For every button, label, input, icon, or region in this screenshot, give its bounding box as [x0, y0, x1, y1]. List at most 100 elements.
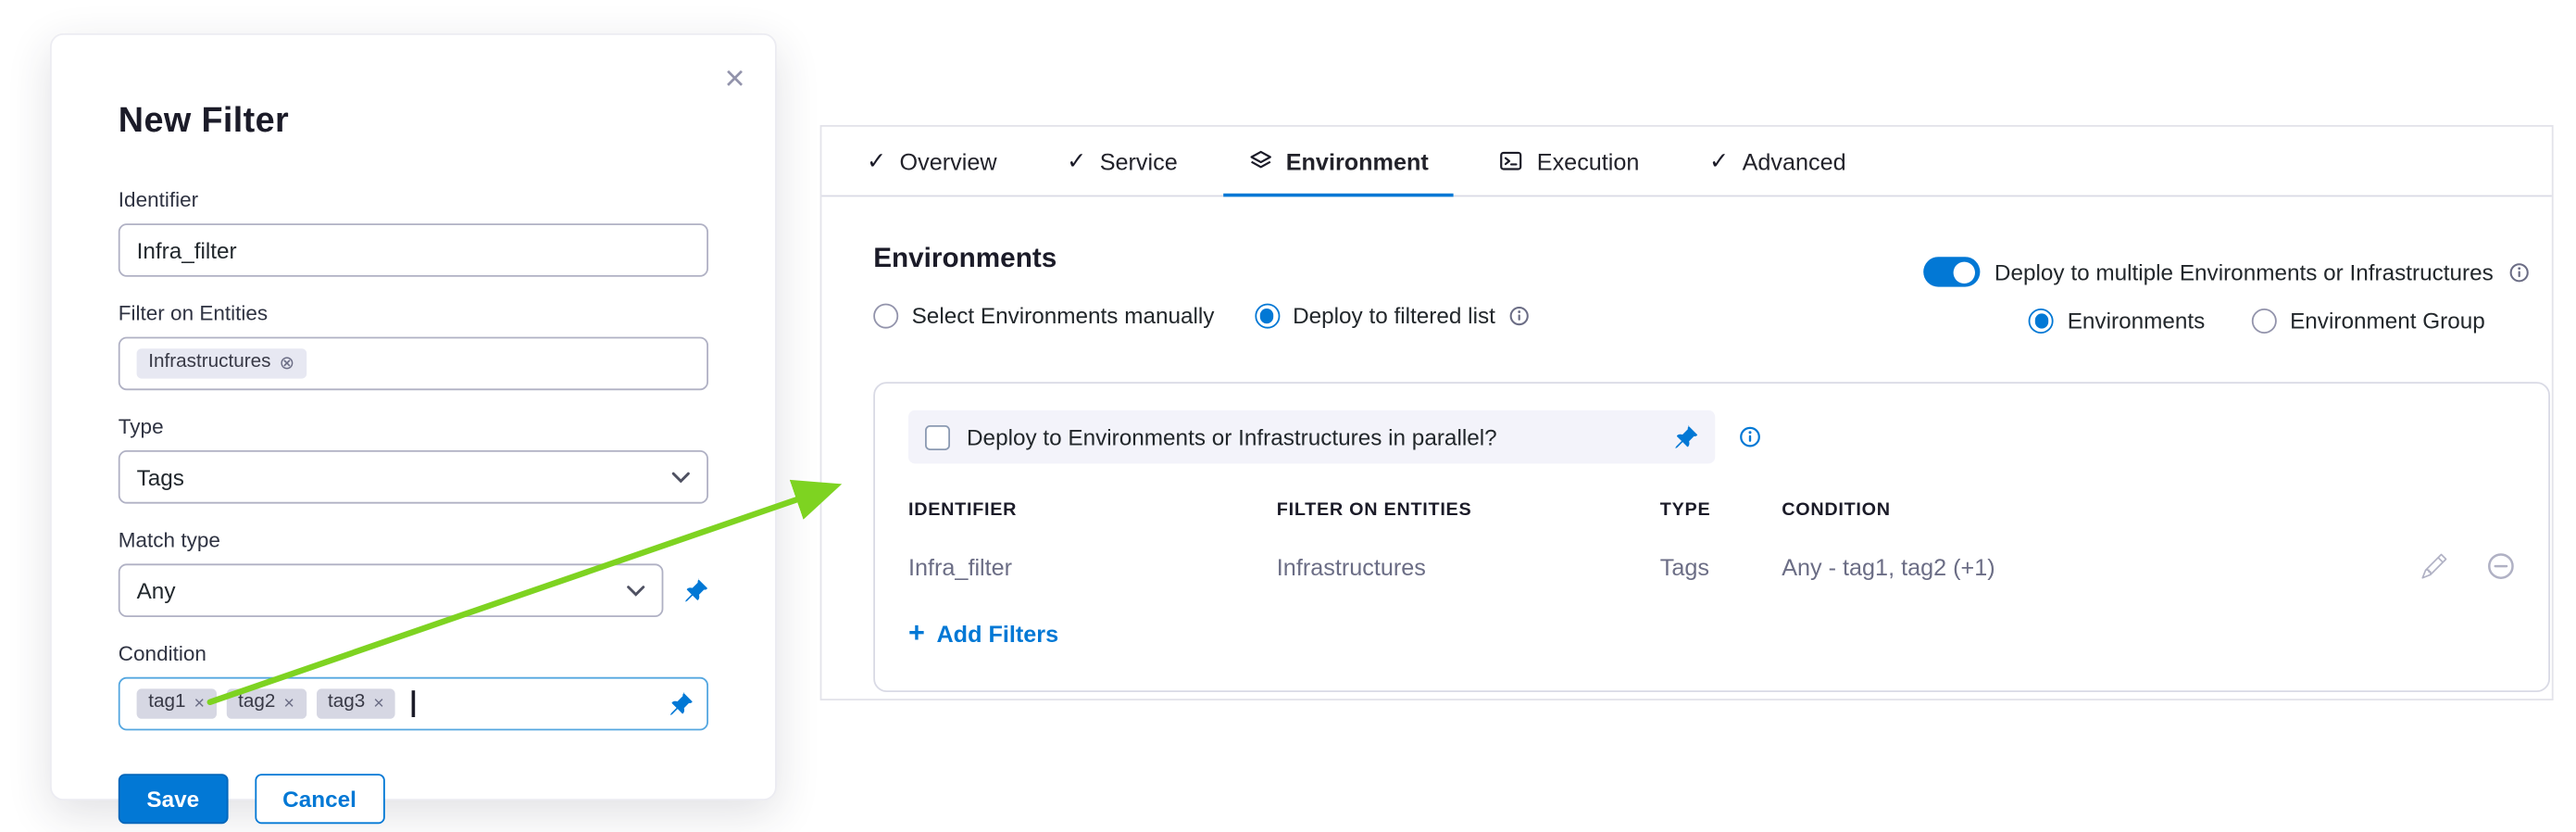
cell-condition: Any - tag1, tag2 (+1): [1782, 553, 2365, 580]
save-button[interactable]: Save: [119, 774, 228, 824]
entities-chip[interactable]: Infrastructures ⊗: [137, 349, 306, 379]
text-caret: [412, 690, 414, 717]
identifier-label: Identifier: [119, 188, 708, 211]
condition-label: Condition: [119, 642, 708, 665]
column-header: IDENTIFIER: [908, 500, 1277, 521]
check-icon: ✓: [867, 146, 886, 175]
tag-chip-label: tag3: [328, 694, 365, 713]
chip-remove-icon[interactable]: ⊗: [280, 355, 295, 373]
chip-remove-icon[interactable]: ×: [283, 695, 294, 713]
entities-field-group: Filter on Entities Infrastructures ⊗: [119, 302, 708, 390]
tab-execution[interactable]: Execution: [1464, 127, 1675, 195]
check-icon: ✓: [1709, 146, 1729, 175]
radio-select-manually[interactable]: Select Environments manually: [873, 304, 1214, 329]
identifier-field-group: Identifier Infra_filter: [119, 188, 708, 276]
condition-field-group: Condition tag1 × tag2 × tag3 ×: [119, 642, 708, 730]
new-filter-modal: × New Filter Identifier Infra_filter Fil…: [50, 33, 777, 800]
column-header: TYPE: [1660, 500, 1782, 521]
screenshot-root: × New Filter Identifier Infra_filter Fil…: [0, 0, 2576, 832]
entities-chip-label: Infrastructures: [148, 354, 270, 373]
column-header: CONDITION: [1782, 500, 2365, 521]
check-icon: ✓: [1067, 146, 1086, 175]
match-type-select[interactable]: Any: [119, 563, 664, 617]
tab-label: Execution: [1537, 147, 1640, 174]
tag-chip[interactable]: tag1 ×: [137, 689, 217, 719]
filter-table-row: Infra_filter Infrastructures Tags Any - …: [908, 552, 2515, 581]
column-header: FILTER ON ENTITIES: [1277, 500, 1660, 521]
condition-input[interactable]: tag1 × tag2 × tag3 ×: [119, 677, 708, 731]
entities-input[interactable]: Infrastructures ⊗: [119, 337, 708, 391]
environment-tab-content: Environments Select Environments manuall…: [821, 196, 2551, 700]
radio-label: Select Environments manually: [912, 304, 1215, 329]
environment-icon: [1247, 148, 1272, 173]
radio-circle[interactable]: [2029, 309, 2054, 334]
identifier-input[interactable]: Infra_filter: [119, 223, 708, 277]
tab-label: Overview: [900, 147, 997, 174]
multi-env-toggle[interactable]: [1923, 257, 1980, 286]
radio-label: Environments: [2068, 309, 2206, 334]
multi-env-toggle-row: Deploy to multiple Environments or Infra…: [1923, 257, 2531, 286]
environment-group-radios: Environments Environment Group: [2029, 309, 2484, 334]
edit-pencil-icon[interactable]: [2421, 554, 2446, 579]
parallel-option-row: Deploy to Environments or Infrastructure…: [908, 410, 2515, 464]
match-type-label: Match type: [119, 529, 708, 552]
add-filters-label: Add Filters: [936, 620, 1058, 647]
stage-tabbar: ✓ Overview ✓ Service Environment: [821, 127, 2551, 197]
parallel-checkbox[interactable]: [925, 424, 950, 449]
tab-overview[interactable]: ✓ Overview: [832, 127, 1032, 195]
parallel-strip: Deploy to Environments or Infrastructure…: [908, 410, 1715, 464]
radio-circle[interactable]: [2252, 309, 2277, 334]
radio-label: Deploy to filtered list: [1293, 304, 1495, 329]
execution-icon: [1498, 148, 1523, 173]
tab-label: Environment: [1286, 147, 1429, 174]
cancel-button[interactable]: Cancel: [255, 774, 385, 824]
entities-label: Filter on Entities: [119, 302, 708, 325]
chevron-down-icon: [671, 472, 690, 484]
tab-environment[interactable]: Environment: [1213, 127, 1464, 195]
pipeline-stage-panel: ✓ Overview ✓ Service Environment: [820, 125, 2554, 700]
tag-chip-label: tag1: [148, 694, 185, 713]
radio-circle[interactable]: [873, 304, 898, 329]
modal-button-row: Save Cancel: [119, 774, 708, 824]
radio-circle[interactable]: [1255, 304, 1280, 329]
close-icon[interactable]: ×: [718, 55, 751, 103]
tab-label: Service: [1100, 147, 1178, 174]
parallel-label: Deploy to Environments or Infrastructure…: [967, 424, 1657, 449]
match-type-field-group: Match type Any: [119, 529, 708, 617]
radio-deploy-filtered[interactable]: Deploy to filtered list: [1255, 304, 1531, 329]
tag-chip-label: tag2: [238, 694, 275, 713]
tag-chip[interactable]: tag3 ×: [316, 689, 395, 719]
type-label: Type: [119, 415, 708, 438]
match-type-value: Any: [137, 578, 176, 603]
type-select[interactable]: Tags: [119, 450, 708, 504]
filters-panel: Deploy to Environments or Infrastructure…: [873, 382, 2550, 692]
toggle-label: Deploy to multiple Environments or Infra…: [1995, 259, 2494, 284]
type-field-group: Type Tags: [119, 415, 708, 503]
pin-icon[interactable]: [1673, 424, 1698, 449]
radio-label: Environment Group: [2290, 309, 2485, 334]
remove-minus-icon[interactable]: [2487, 552, 2516, 581]
radio-environment-group[interactable]: Environment Group: [2252, 309, 2485, 334]
plus-icon: +: [908, 619, 925, 648]
filters-table-header: IDENTIFIER FILTER ON ENTITIES TYPE CONDI…: [908, 500, 2515, 521]
tab-advanced[interactable]: ✓ Advanced: [1674, 127, 1881, 195]
pin-icon[interactable]: [669, 692, 694, 717]
modal-title: New Filter: [119, 102, 708, 142]
info-icon[interactable]: [1738, 425, 1761, 448]
info-icon[interactable]: [1508, 305, 1530, 326]
info-icon[interactable]: [2508, 261, 2530, 283]
chip-remove-icon[interactable]: ×: [373, 695, 384, 713]
chevron-down-icon: [627, 585, 645, 597]
tab-label: Advanced: [1743, 147, 1846, 174]
radio-environments[interactable]: Environments: [2029, 309, 2205, 334]
add-filters-button[interactable]: + Add Filters: [908, 619, 1058, 648]
tab-service[interactable]: ✓ Service: [1032, 127, 1212, 195]
type-value: Tags: [137, 464, 184, 489]
row-actions: [2365, 552, 2515, 581]
chip-remove-icon[interactable]: ×: [194, 695, 206, 713]
identifier-value: Infra_filter: [137, 238, 237, 263]
cell-type: Tags: [1660, 553, 1782, 580]
cell-identifier: Infra_filter: [908, 553, 1277, 580]
tag-chip[interactable]: tag2 ×: [226, 689, 306, 719]
pin-icon[interactable]: [683, 578, 708, 603]
